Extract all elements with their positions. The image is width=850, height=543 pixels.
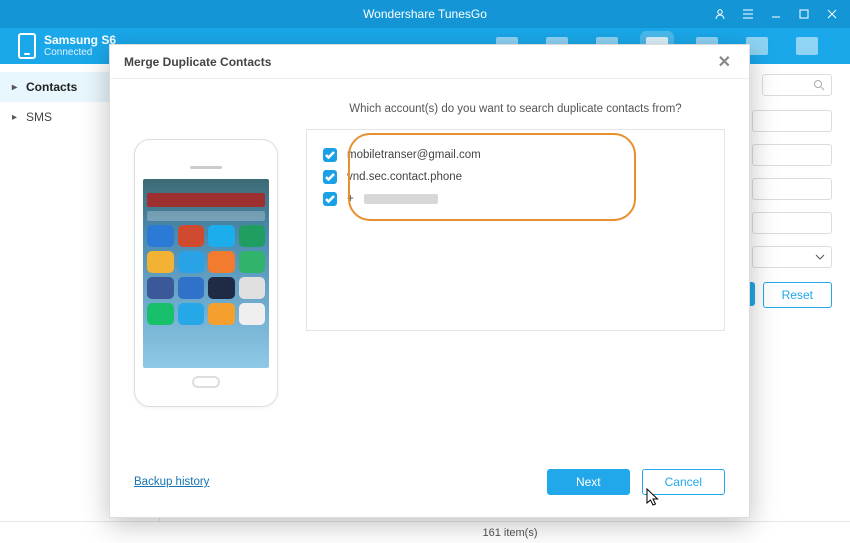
checkbox[interactable] (323, 170, 337, 184)
chevron-down-icon (815, 254, 825, 260)
minimize-icon[interactable] (762, 4, 790, 24)
sidebar-item-label: Contacts (26, 80, 77, 94)
account-row[interactable]: vnd.sec.contact.phone (323, 166, 708, 188)
dialog-footer: Backup history Next Cancel (110, 461, 749, 517)
backup-history-link[interactable]: Backup history (134, 476, 209, 488)
close-icon[interactable]: ✕ (714, 48, 735, 76)
account-label: mobiletranser@gmail.com (347, 149, 481, 161)
checkbox[interactable] (323, 192, 337, 206)
dialog-body: Which account(s) do you want to search d… (110, 79, 749, 461)
field-2[interactable] (752, 144, 832, 166)
phone-preview (134, 139, 278, 407)
field-4[interactable] (752, 212, 832, 234)
account-row[interactable]: mobiletranser@gmail.com (323, 144, 708, 166)
account-row[interactable]: + (323, 188, 708, 210)
reset-button[interactable]: Reset (763, 282, 832, 308)
tab-icon-7[interactable] (796, 37, 818, 55)
accounts-panel: Which account(s) do you want to search d… (306, 103, 725, 461)
sidebar-item-label: SMS (26, 110, 52, 124)
account-label: + (347, 193, 354, 205)
status-bar: 161 item(s) (0, 521, 850, 543)
redacted-text (364, 194, 438, 204)
field-3[interactable] (752, 178, 832, 200)
home-button-icon (192, 376, 220, 388)
device-status: Connected (44, 47, 116, 58)
dialog-title: Merge Duplicate Contacts (124, 55, 271, 69)
maximize-icon[interactable] (790, 4, 818, 24)
window-controls (706, 0, 846, 28)
next-button[interactable]: Next (547, 469, 630, 495)
search-icon (813, 79, 825, 91)
chevron-right-icon: ▸ (12, 82, 20, 93)
dropdown[interactable] (752, 246, 832, 268)
account-icon[interactable] (706, 4, 734, 24)
chevron-right-icon: ▸ (12, 112, 20, 123)
accounts-list: mobiletranser@gmail.com vnd.sec.contact.… (306, 129, 725, 331)
dialog-question: Which account(s) do you want to search d… (306, 103, 725, 115)
search-input[interactable] (762, 74, 832, 96)
cancel-button[interactable]: Cancel (642, 469, 725, 495)
device-name: Samsung S6 (44, 34, 116, 47)
close-icon[interactable] (818, 4, 846, 24)
checkbox[interactable] (323, 148, 337, 162)
merge-contacts-dialog: Merge Duplicate Contacts ✕ Which account… (109, 44, 750, 518)
phone-icon (18, 33, 36, 59)
titlebar: Wondershare TunesGo (0, 0, 850, 28)
field-1[interactable] (752, 110, 832, 132)
app-title: Wondershare TunesGo (363, 7, 487, 21)
item-count: 161 item(s) (482, 527, 537, 539)
account-label: vnd.sec.contact.phone (347, 171, 462, 183)
menu-icon[interactable] (734, 4, 762, 24)
dialog-header: Merge Duplicate Contacts ✕ (110, 45, 749, 79)
